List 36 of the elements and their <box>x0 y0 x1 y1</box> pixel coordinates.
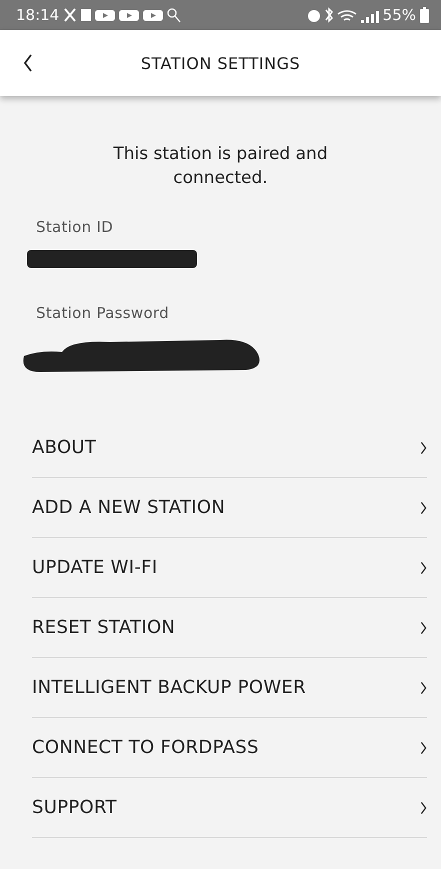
status-message: This station is paired and connected. <box>112 143 329 190</box>
back-icon <box>23 53 33 73</box>
x-logo-icon <box>63 7 78 23</box>
menu-item-label: SUPPORT <box>32 797 117 818</box>
chevron-icon <box>420 440 427 454</box>
clock: 18:14 <box>16 6 60 24</box>
menu-item-label: INTELLIGENT BACKUP POWER <box>32 677 306 698</box>
bluetooth-icon <box>324 7 333 23</box>
play-icon <box>119 7 140 23</box>
menu-item-label: RESET STATION <box>32 617 176 638</box>
menu-item-label: ABOUT <box>32 437 96 458</box>
chevron-icon <box>420 500 427 514</box>
menu-item[interactable]: ADD A NEW STATION <box>32 478 427 538</box>
menu-item[interactable]: CONNECT TO FORDPASS <box>32 718 427 778</box>
menu-item[interactable]: UPDATE WI-FI <box>32 538 427 598</box>
play-icon <box>143 7 164 23</box>
menu-item[interactable]: INTELLIGENT BACKUP POWER <box>32 658 427 718</box>
menu-item[interactable]: ABOUT <box>32 418 427 478</box>
menu-item-label: ADD A NEW STATION <box>32 497 226 518</box>
battery-percent: 55% <box>382 6 416 24</box>
wifi-icon <box>336 8 357 22</box>
chevron-icon <box>420 620 427 634</box>
menu-item-label: CONNECT TO FORDPASS <box>32 737 259 758</box>
page-title: STATION SETTINGS <box>140 54 302 72</box>
device-icon <box>81 7 92 23</box>
menu-item[interactable]: SUPPORT <box>32 778 427 838</box>
chevron-icon <box>420 740 427 754</box>
menu-item[interactable]: RESET STATION <box>32 598 427 658</box>
chevron-icon <box>420 800 427 814</box>
field-label: Station Password <box>36 304 170 322</box>
chevron-icon <box>420 560 427 574</box>
battery-icon <box>420 7 429 23</box>
field-label: Station ID <box>36 218 114 236</box>
play-icon <box>95 7 116 23</box>
menu-item-label: UPDATE WI-FI <box>32 557 158 578</box>
chevron-icon <box>420 680 427 694</box>
